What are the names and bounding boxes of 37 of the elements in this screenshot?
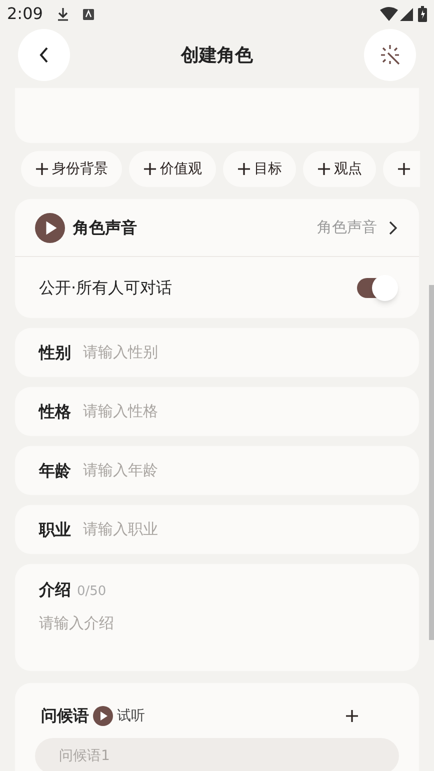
tag-chip[interactable]: 身份背景: [21, 151, 122, 187]
tag-chip[interactable]: 观点: [303, 151, 376, 187]
plus-icon: [237, 162, 251, 176]
intro-label: 介绍: [39, 579, 71, 601]
magic-wand-icon: [378, 43, 402, 67]
plus-icon: [317, 162, 331, 176]
chevron-right-icon[interactable]: [389, 220, 397, 234]
plus-icon: [35, 162, 49, 176]
signal-icon: [400, 8, 413, 20]
play-icon[interactable]: [93, 706, 113, 726]
input-field[interactable]: 年龄 请输入年龄: [15, 446, 419, 495]
play-icon[interactable]: [35, 212, 65, 242]
battery-icon: [418, 6, 427, 22]
intro-field[interactable]: 介绍 0/50 请输入介绍: [15, 564, 419, 671]
char-count: 0/50: [77, 583, 106, 601]
input-field[interactable]: 性格 请输入性格: [15, 387, 419, 436]
voice-label: 角色声音: [73, 216, 137, 238]
public-label: 公开·所有人可对话: [39, 276, 172, 298]
tag-chip[interactable]: 目标: [223, 151, 296, 187]
plus-icon: [397, 162, 411, 176]
field-label: 性别: [39, 342, 71, 364]
status-time: 2:09: [7, 3, 43, 25]
input-field[interactable]: 性别 请输入性别: [15, 328, 419, 377]
input-field[interactable]: 职业 请输入职业: [15, 505, 419, 554]
keyboard-icon: [82, 8, 94, 20]
page-title: 创建角色: [181, 44, 253, 68]
tag-chip[interactable]: 价值观: [129, 151, 216, 187]
download-icon: [56, 7, 69, 21]
field-label: 性格: [39, 400, 71, 422]
field-label: 职业: [39, 518, 71, 540]
greeting-label: 问候语: [41, 705, 89, 727]
plus-icon: [143, 162, 157, 176]
listen-link[interactable]: 试听: [117, 706, 145, 726]
plus-icon: [345, 709, 359, 723]
field-label: 年龄: [39, 460, 71, 482]
wifi-icon: [380, 7, 398, 21]
back-icon: [39, 47, 49, 63]
